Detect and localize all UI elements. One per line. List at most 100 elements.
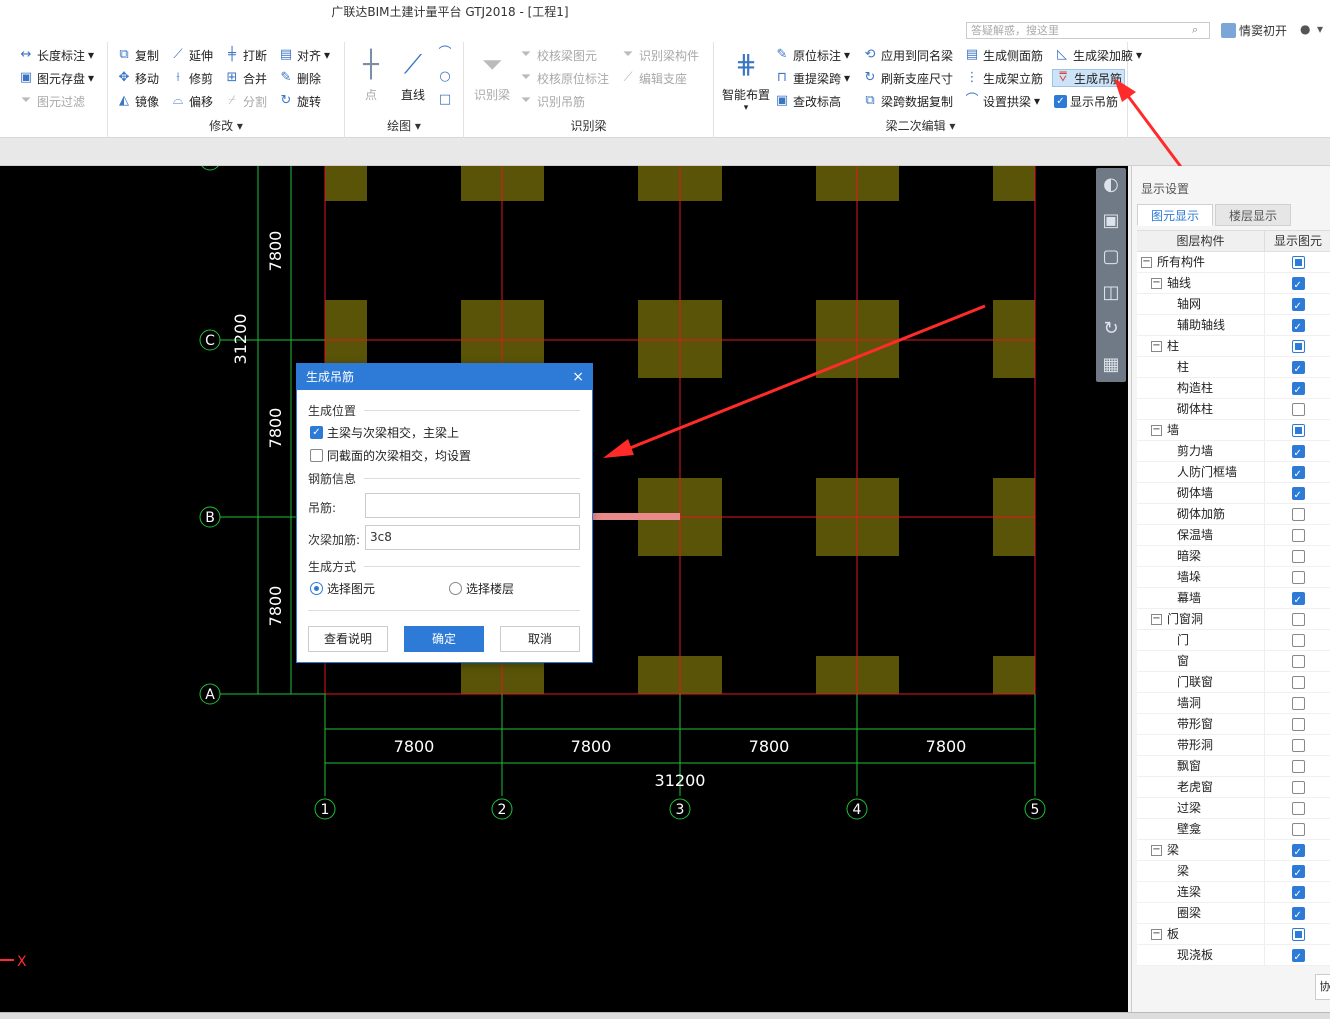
show-hanger-toggle[interactable]: ✓ 显示吊筋 [1054,92,1118,110]
tree-row[interactable]: 门联窗 [1137,672,1330,693]
re-extract-span-button[interactable]: ⊓ 重提梁跨 ▾ [774,69,850,87]
column[interactable] [993,300,1035,378]
align-button[interactable]: ▤ 对齐 ▾ [278,46,330,64]
checkbox-checked-icon[interactable] [1291,590,1305,611]
layout-view-icon[interactable]: ▦ [1098,352,1124,378]
radio-unselected-icon[interactable] [449,582,462,595]
checkbox-unchecked-icon[interactable] [1291,528,1305,542]
orbit-icon[interactable]: ◐ [1098,172,1124,198]
dropdown-icon[interactable]: ▾ [1317,22,1323,36]
edit-elevation-button[interactable]: ▣ 查改标高 [774,92,841,110]
option-main-beam[interactable]: ✓ 主梁与次梁相交，主梁上 [310,424,459,441]
group-label-edit[interactable]: 修改 ▾ [108,117,344,134]
tree-row[interactable]: 暗梁 [1137,546,1330,567]
tree-row[interactable]: 梁 [1137,861,1330,884]
length-dim-button[interactable]: ↔ 长度标注 ▾ [18,46,95,64]
checkbox-checked-icon[interactable] [1291,275,1305,296]
collapse-icon[interactable]: − [1151,929,1162,940]
collapse-icon[interactable]: − [1151,341,1162,352]
checkbox-unchecked-icon[interactable] [1291,780,1305,794]
secondary-rebar-input[interactable]: 3c8 [365,525,580,550]
tree-row[interactable]: 砌体加筋 [1137,504,1330,525]
ok-button[interactable]: 确定 [404,626,484,652]
checkbox-checked-icon[interactable] [1291,947,1305,968]
tree-row[interactable]: 带形洞 [1137,735,1330,756]
checkbox-checked-icon[interactable] [1291,485,1305,506]
erection-rebar-button[interactable]: ⋮ 生成架立筋 [964,69,1044,87]
tree-row[interactable]: 保温墙 [1137,525,1330,546]
close-icon[interactable]: × [572,364,584,390]
merge-button[interactable]: ⊞ 合并 [224,69,267,87]
trim-button[interactable]: ⟊ 修剪 [170,69,213,87]
tree-row[interactable]: 辅助轴线 [1137,315,1330,338]
line-button[interactable]: ⟋ 直线 [395,48,431,103]
box-view-icon[interactable]: ◫ [1098,280,1124,306]
checkbox-checked-icon[interactable] [1291,380,1305,401]
help-button[interactable]: 查看说明 [308,626,388,652]
identify-member-button[interactable]: ⏷ 识别梁构件 [620,46,699,64]
tree-row[interactable]: 老虎窗 [1137,777,1330,798]
checkbox-unchecked-icon[interactable] [1291,570,1305,584]
identify-beam-button[interactable]: ⏷ 识别梁 [470,48,514,103]
tree-row[interactable]: − 板 [1137,924,1330,945]
edit-support-button[interactable]: ⟋ 编辑支座 [620,69,687,87]
tree-row[interactable]: − 墙 [1137,420,1330,441]
column[interactable] [325,166,367,201]
radio-selected-icon[interactable] [310,582,323,595]
group-label-beam-edit[interactable]: 梁二次编辑 ▾ [714,117,1127,134]
generate-hanger-button[interactable]: ⩢ 生成吊筋 [1052,69,1126,87]
top-view-icon[interactable]: ▢ [1098,244,1124,270]
cancel-button[interactable]: 取消 [500,626,580,652]
group-label-draw[interactable]: 绘图 ▾ [345,117,463,134]
tree-row[interactable]: 壁龛 [1137,819,1330,840]
checkbox-checked-icon[interactable]: ✓ [310,426,323,439]
tree-row[interactable]: 飘窗 [1137,756,1330,777]
rect-icon[interactable]: □ [437,92,453,108]
radio-select-floor[interactable]: 选择楼层 [449,580,514,597]
tree-row[interactable]: − 柱 [1137,336,1330,357]
refresh-support-button[interactable]: ↻ 刷新支座尺寸 [862,69,953,87]
move-button[interactable]: ✥ 移动 [116,69,159,87]
checkbox-checked-icon[interactable] [1291,464,1305,485]
checkbox-checked-icon[interactable] [1291,905,1305,926]
checkbox-unchecked-icon[interactable] [1291,759,1305,773]
column[interactable] [993,166,1035,201]
search-input[interactable]: 答疑解惑，搜这里 [966,22,1210,39]
beam-haunch-button[interactable]: ◺ 生成梁加腋 ▾ [1054,46,1142,64]
checkbox-unchecked-icon[interactable] [1291,633,1305,647]
checkbox-checked-icon[interactable] [1291,359,1305,380]
checkbox-partial-icon[interactable] [1291,927,1305,941]
tree-row[interactable]: 幕墙 [1137,588,1330,611]
point-button[interactable]: ┼ 点 [353,48,389,103]
tree-row[interactable]: − 梁 [1137,840,1330,863]
side-rebar-button[interactable]: ▤ 生成侧面筋 [964,46,1043,64]
check-beam-button[interactable]: ⏷ 校核梁图元 [518,46,597,64]
check-annotation-button[interactable]: ⏷ 校核原位标注 [518,69,609,87]
rotate-button[interactable]: ↻ 旋转 [278,92,321,110]
checkbox-unchecked-icon[interactable] [1291,507,1305,521]
identify-hanger-button[interactable]: ⏷ 识别吊筋 [518,92,585,110]
save-element-button[interactable]: ▣ 图元存盘 ▾ [18,69,94,87]
checkbox-unchecked-icon[interactable] [1291,612,1305,626]
checkbox-unchecked-icon[interactable] [310,449,323,462]
tree-row[interactable]: − 轴线 [1137,273,1330,296]
tree-row[interactable]: 现浇板 [1137,945,1330,968]
collapse-icon[interactable]: − [1151,614,1162,625]
checkbox-checked-icon[interactable] [1291,443,1305,464]
tree-row[interactable]: 墙垛 [1137,567,1330,588]
tree-row[interactable]: − 所有构件 [1137,252,1330,273]
user-menu[interactable]: 情窦初开 [1221,22,1287,39]
checkbox-checked-icon[interactable] [1291,863,1305,884]
side-collapse-button[interactable]: 协 [1315,974,1330,1000]
checkbox-unchecked-icon[interactable] [1291,675,1305,689]
tree-row[interactable]: 墙洞 [1137,693,1330,714]
tree-row[interactable]: 轴网 [1137,294,1330,317]
mirror-button[interactable]: ◭ 镜像 [116,92,159,110]
tab-floor-display[interactable]: 楼层显示 [1215,204,1291,226]
tree-row[interactable]: 连梁 [1137,882,1330,905]
rotate-view-icon[interactable]: ↻ [1098,316,1124,342]
tree-row[interactable]: 柱 [1137,357,1330,380]
checkbox-partial-icon[interactable] [1291,255,1305,269]
offset-button[interactable]: ⌓ 偏移 [170,92,213,110]
tree-row[interactable]: 门 [1137,630,1330,651]
